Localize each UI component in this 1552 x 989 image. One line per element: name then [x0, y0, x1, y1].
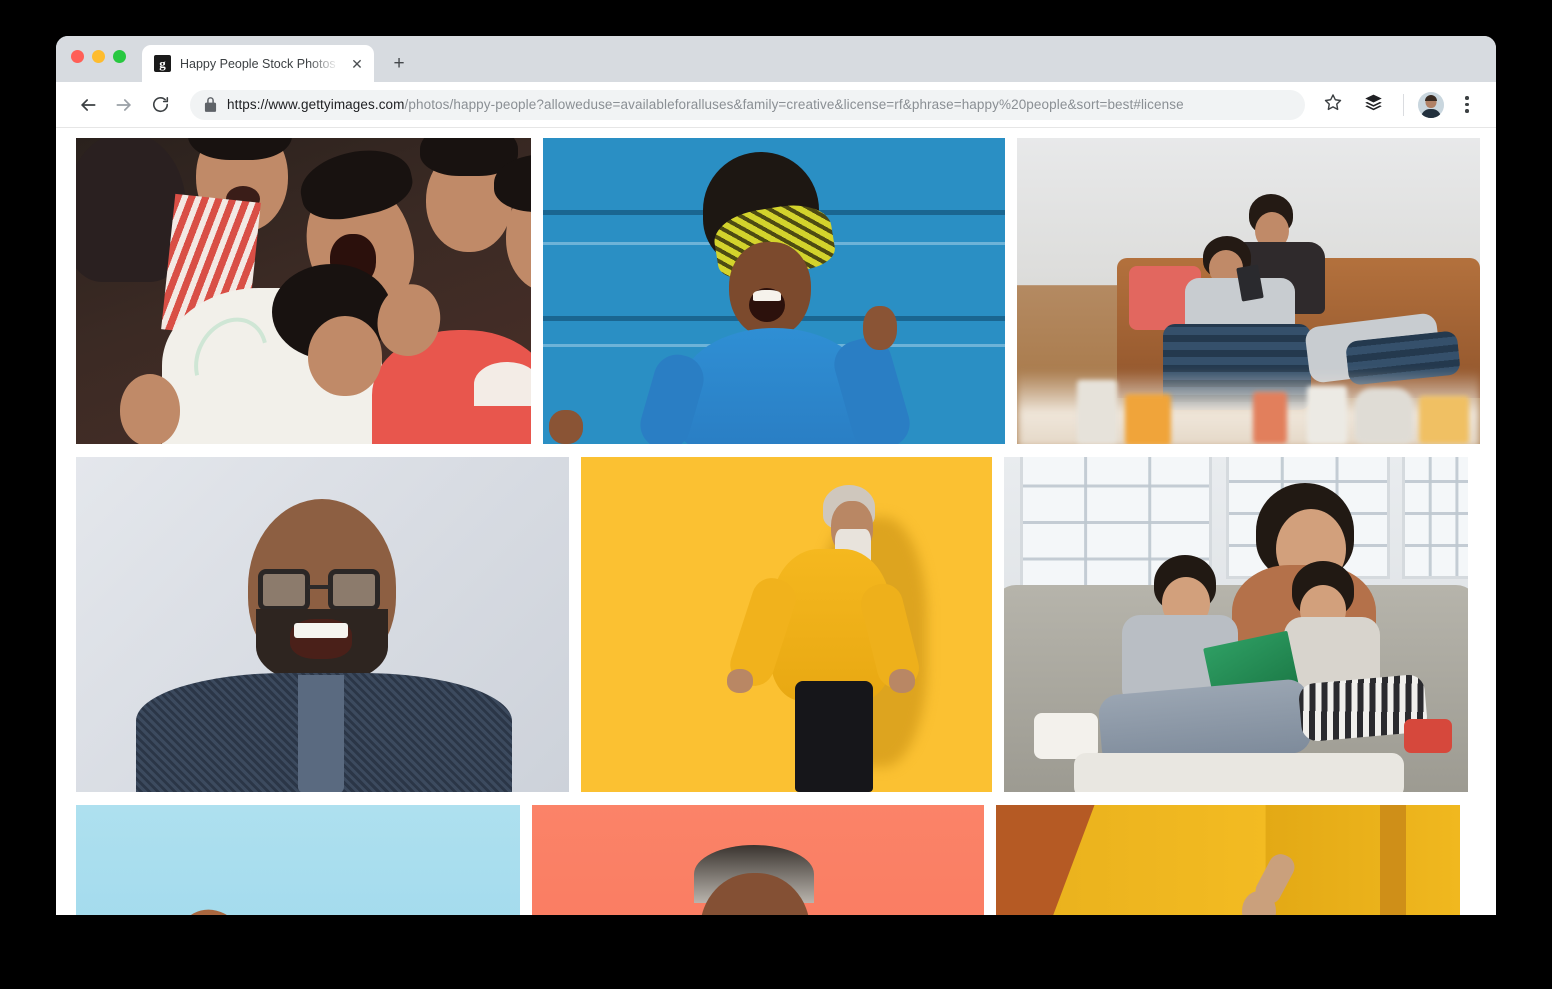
bookmark-star-icon [1324, 93, 1342, 116]
avatar-body [1421, 108, 1441, 118]
photo-shape [1125, 394, 1171, 444]
photo-shape [889, 669, 915, 693]
lock-icon [204, 97, 217, 112]
tab-close-icon[interactable]: ✕ [348, 55, 366, 73]
back-button[interactable] [72, 89, 104, 121]
new-tab-button[interactable]: + [384, 48, 414, 78]
tab-strip: g Happy People Stock Photos an ✕ + [56, 36, 1496, 82]
reload-button[interactable] [144, 89, 176, 121]
photo-shape [163, 901, 263, 915]
photo-shape [1074, 753, 1404, 792]
photo-shape [1355, 388, 1413, 444]
extensions-button[interactable] [1357, 89, 1389, 121]
tab-title: Happy People Stock Photos an [180, 56, 339, 71]
window-maximize-button[interactable] [113, 50, 126, 63]
window-minimize-button[interactable] [92, 50, 105, 63]
photo-shape [1404, 719, 1452, 753]
forward-button[interactable] [108, 89, 140, 121]
photo-thumbnail[interactable] [76, 138, 531, 444]
photo-thumbnail[interactable] [76, 805, 520, 915]
forward-arrow-icon [114, 95, 134, 115]
three-dot-menu-icon[interactable] [1452, 89, 1482, 121]
photo-shape [308, 585, 330, 589]
menu-dot [1465, 102, 1469, 107]
photo-shape [1307, 386, 1347, 444]
photo-shape [1042, 805, 1102, 915]
bookmark-button[interactable] [1317, 89, 1349, 121]
browser-toolbar: https://www.gettyimages.com/photos/happy… [56, 82, 1496, 128]
photo-shape [863, 306, 897, 350]
browser-tab-active[interactable]: g Happy People Stock Photos an ✕ [142, 45, 374, 82]
photo-shape [1419, 396, 1469, 444]
browser-window: g Happy People Stock Photos an ✕ + https… [56, 36, 1496, 915]
photo-shape [120, 374, 180, 444]
photo-thumbnail[interactable] [532, 805, 984, 915]
photo-shape [298, 675, 344, 792]
getty-images-favicon: g [154, 55, 171, 72]
photo-shape [549, 410, 583, 444]
photo-row [76, 138, 1480, 444]
menu-dot [1465, 109, 1469, 113]
photo-shape [474, 362, 531, 406]
photo-row [76, 457, 1476, 792]
back-arrow-icon [78, 95, 98, 115]
avatar-hair [1425, 95, 1437, 102]
photo-shape [1253, 392, 1287, 444]
photo-shape [1402, 457, 1468, 579]
reload-icon [151, 95, 170, 114]
photo-shape [328, 569, 380, 611]
photo-shape [308, 316, 382, 396]
photo-results-grid [56, 128, 1496, 915]
photo-shape [727, 669, 753, 693]
extensions-stack-icon [1364, 93, 1383, 117]
menu-dot [1465, 96, 1469, 100]
photo-shape [996, 805, 1042, 915]
photo-thumbnail[interactable] [76, 457, 569, 792]
window-close-button[interactable] [71, 50, 84, 63]
photo-thumbnail[interactable] [996, 805, 1460, 915]
photo-thumbnail[interactable] [1004, 457, 1468, 792]
photo-shape [294, 623, 348, 638]
tab-list: g Happy People Stock Photos an ✕ + [142, 45, 414, 82]
profile-avatar[interactable] [1418, 91, 1444, 118]
photo-thumbnail[interactable] [1017, 138, 1480, 444]
photo-thumbnail[interactable] [581, 457, 992, 792]
photo-shape [258, 569, 310, 611]
window-traffic-lights [71, 50, 126, 63]
photo-shape [1077, 380, 1117, 444]
toolbar-divider [1403, 93, 1404, 116]
photo-shape [795, 681, 873, 792]
photo-shape [1380, 805, 1406, 915]
address-bar[interactable]: https://www.gettyimages.com/photos/happy… [190, 89, 1305, 120]
address-bar-url: https://www.gettyimages.com/photos/happy… [227, 97, 1184, 112]
photo-shape [753, 290, 781, 301]
photo-thumbnail[interactable] [543, 138, 1005, 444]
photo-row [76, 805, 1476, 915]
